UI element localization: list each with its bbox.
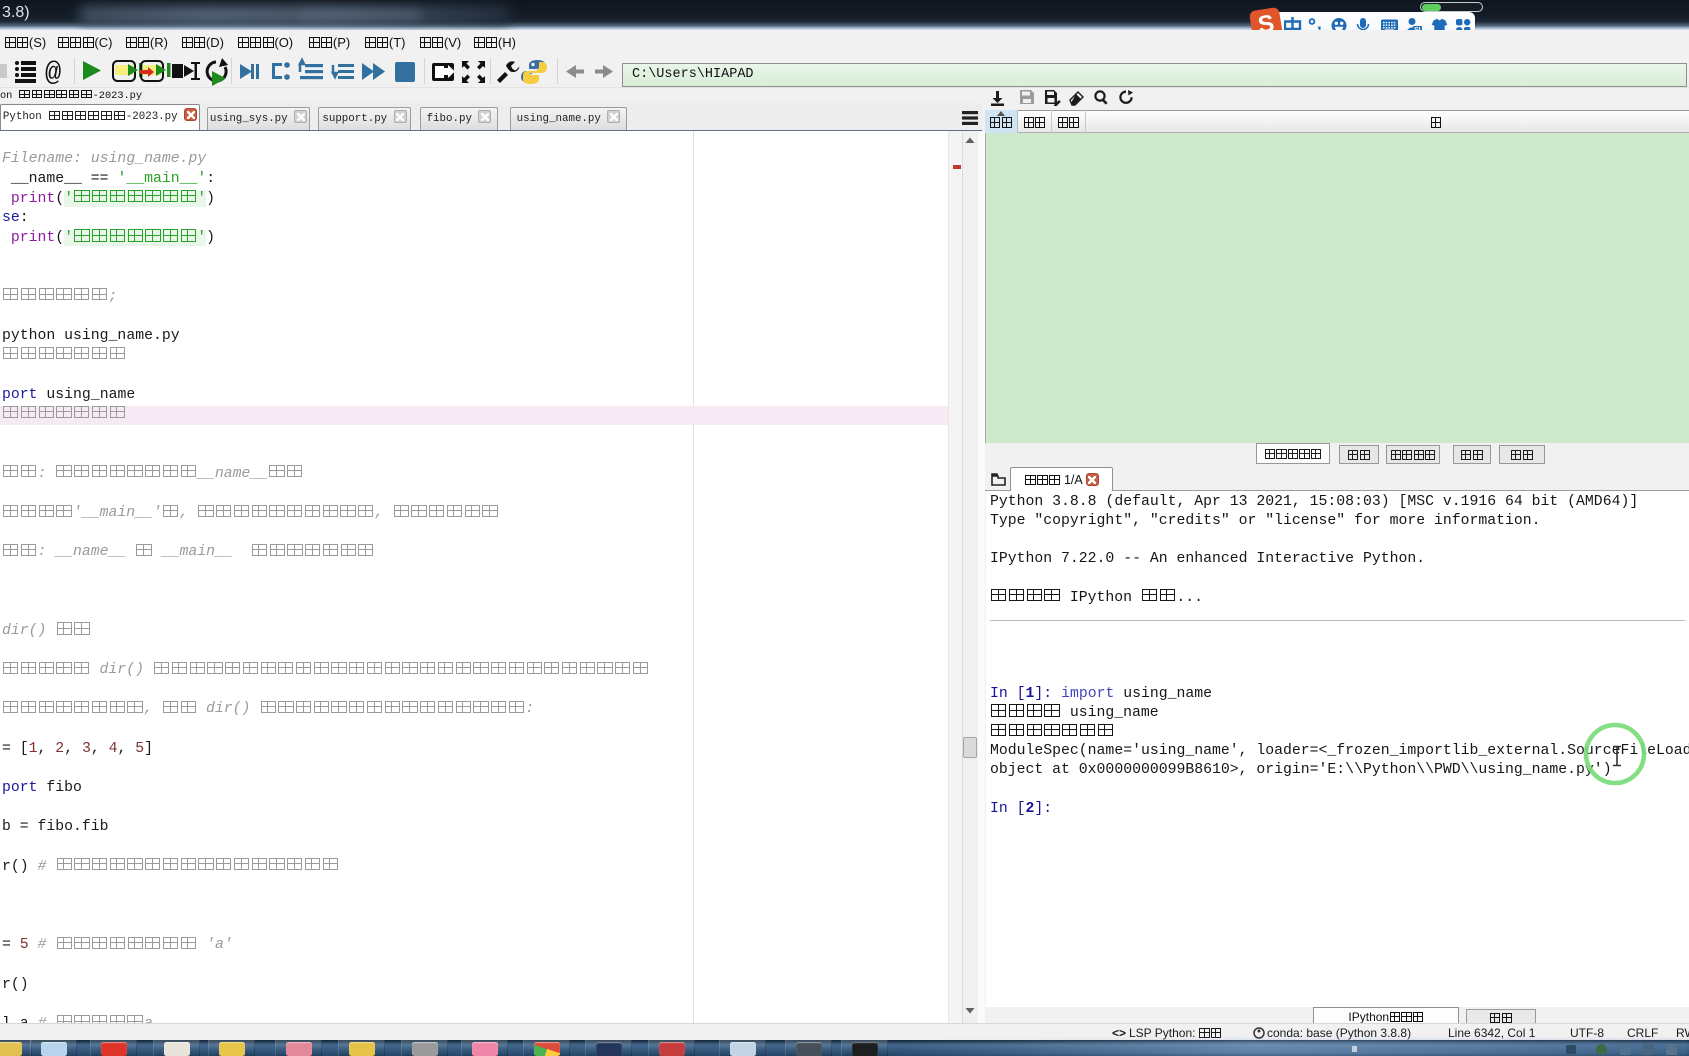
svg-text:@: @	[45, 59, 61, 88]
